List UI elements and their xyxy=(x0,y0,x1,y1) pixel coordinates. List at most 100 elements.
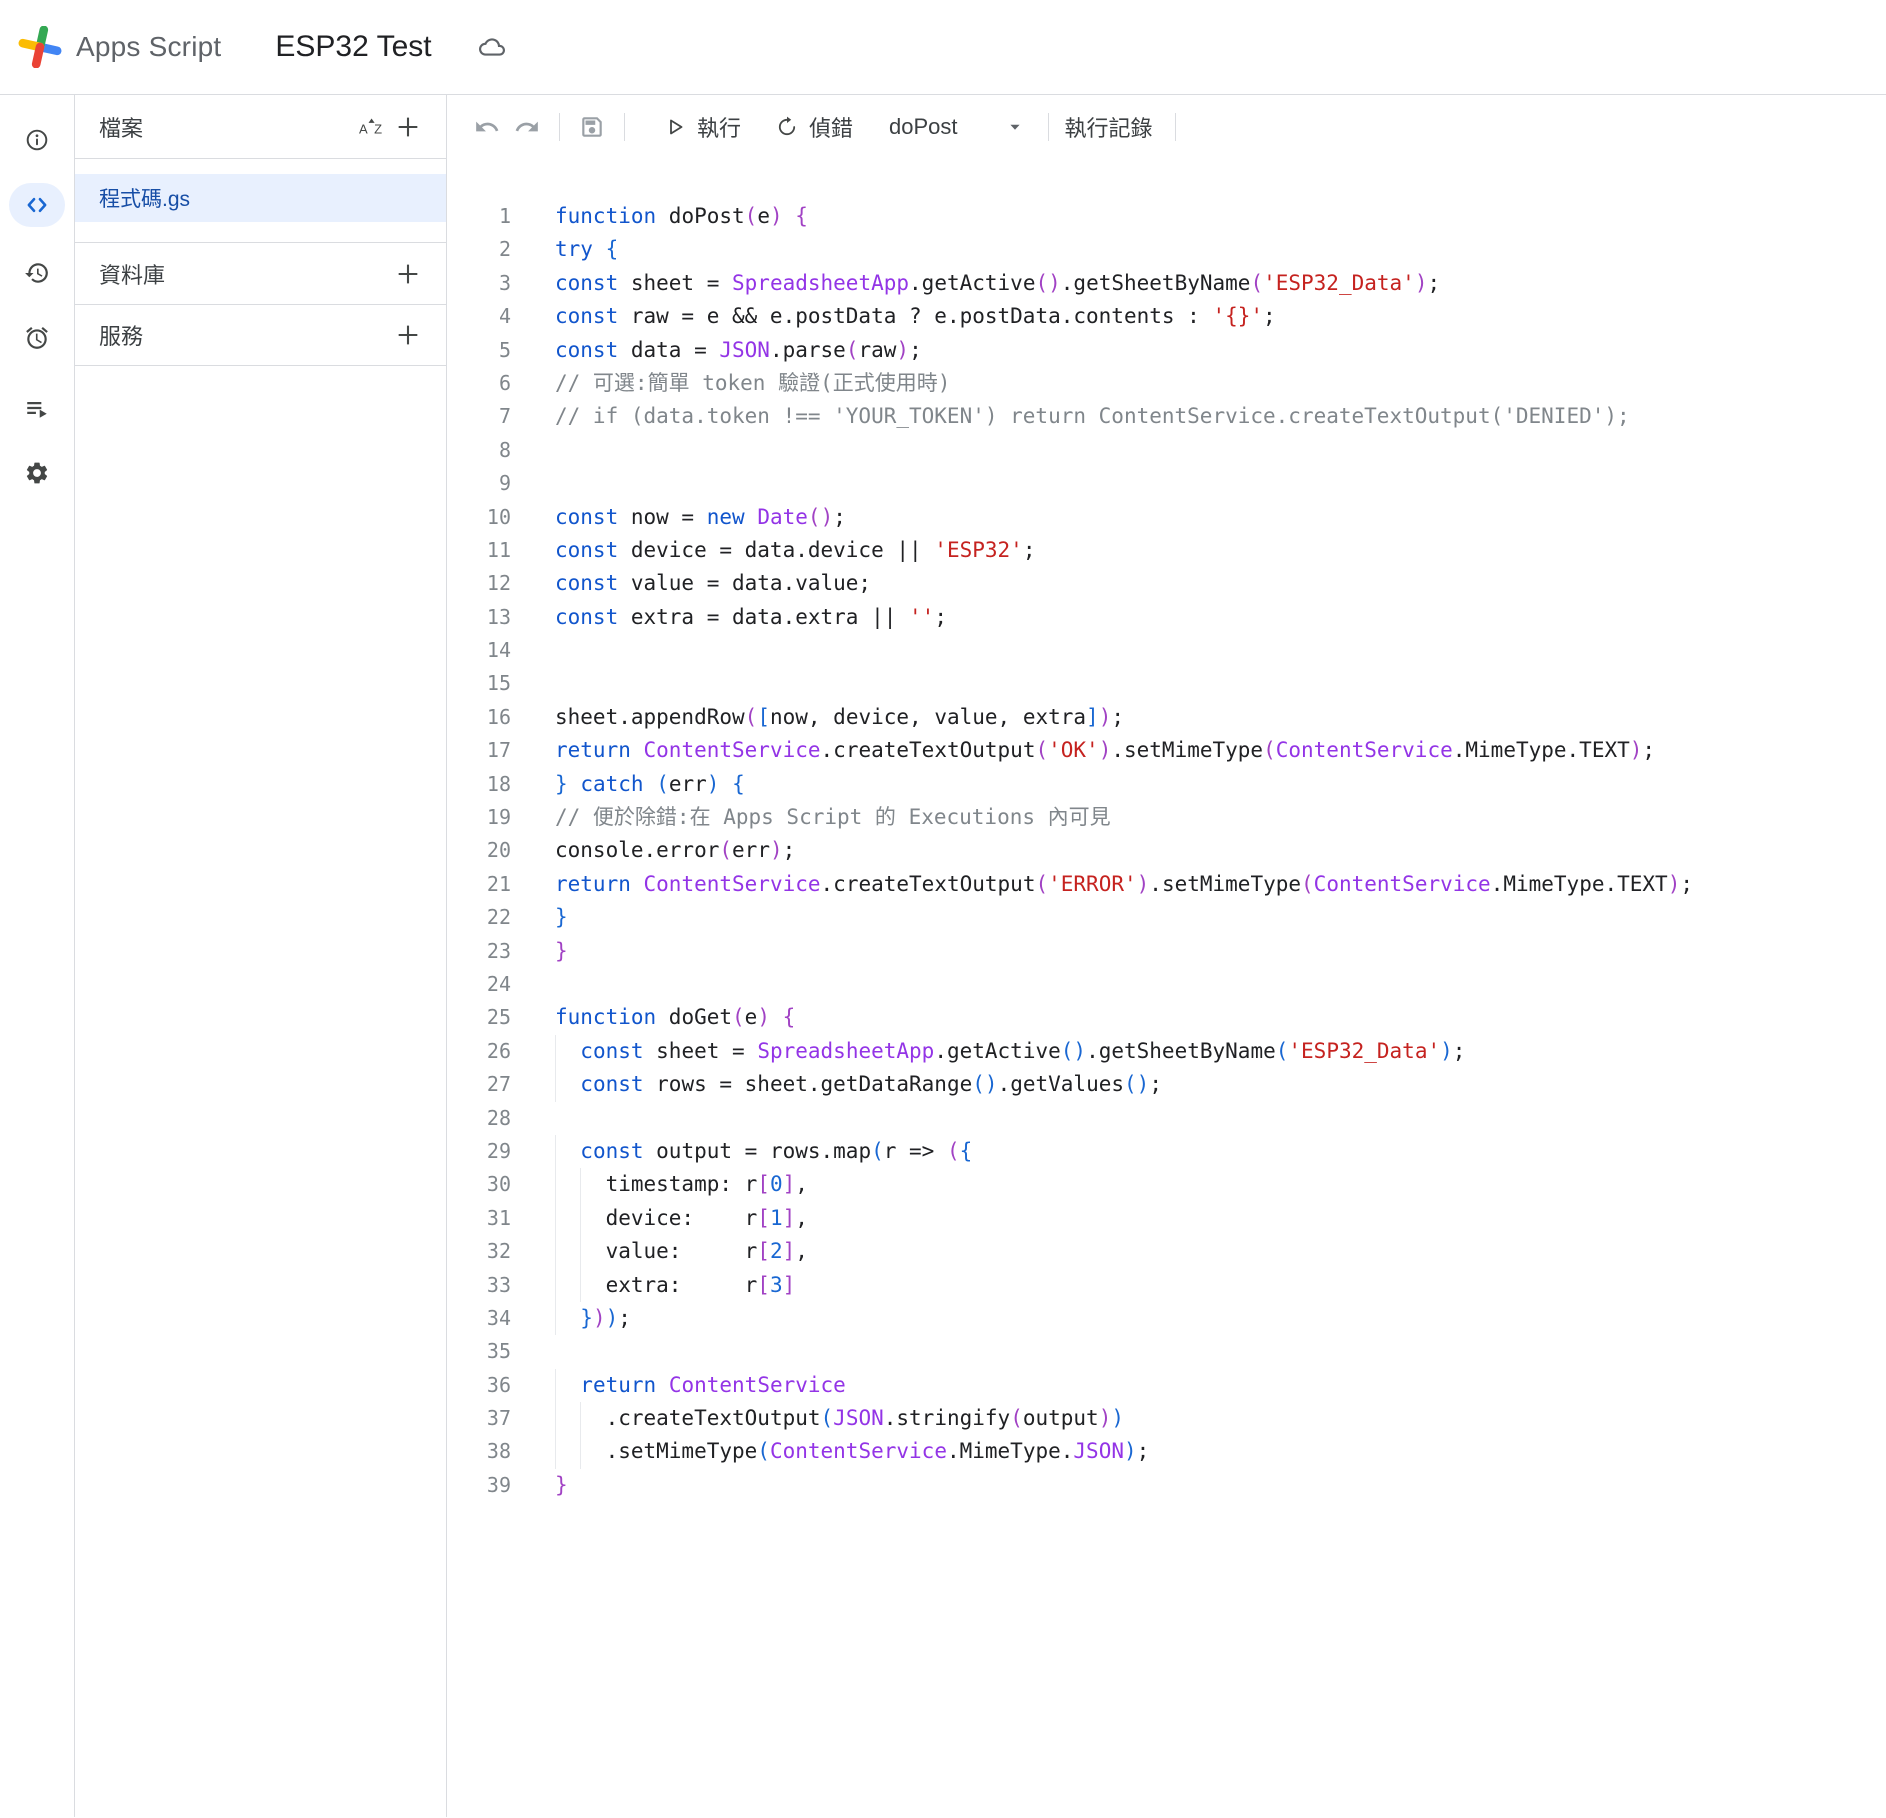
code-text[interactable] xyxy=(555,968,1886,1001)
line-number[interactable]: 34 xyxy=(447,1302,555,1335)
code-text[interactable]: // 可選:簡單 token 驗證(正式使用時) xyxy=(555,367,1886,400)
code-line[interactable]: 11const device = data.device || 'ESP32'; xyxy=(447,534,1886,567)
code-text[interactable]: } xyxy=(555,935,1886,968)
line-number[interactable]: 30 xyxy=(447,1168,555,1201)
code-text[interactable]: timestamp: r[0], xyxy=(555,1168,1886,1201)
project-history-icon[interactable] xyxy=(9,251,65,295)
line-number[interactable]: 7 xyxy=(447,400,555,433)
code-text[interactable]: .createTextOutput(JSON.stringify(output)… xyxy=(555,1402,1886,1435)
triggers-alarm-icon[interactable] xyxy=(9,316,65,360)
add-service-icon[interactable] xyxy=(390,317,426,353)
code-line[interactable]: 36 return ContentService xyxy=(447,1369,1886,1402)
code-text[interactable] xyxy=(555,467,1886,500)
code-text[interactable]: const device = data.device || 'ESP32'; xyxy=(555,534,1886,567)
line-number[interactable]: 4 xyxy=(447,300,555,333)
line-number[interactable]: 2 xyxy=(447,233,555,266)
code-line[interactable]: 39} xyxy=(447,1469,1886,1502)
code-text[interactable]: extra: r[3] xyxy=(555,1269,1886,1302)
line-number[interactable]: 12 xyxy=(447,567,555,600)
line-number[interactable]: 5 xyxy=(447,334,555,367)
line-number[interactable]: 20 xyxy=(447,834,555,867)
code-line[interactable]: 26 const sheet = SpreadsheetApp.getActiv… xyxy=(447,1035,1886,1068)
code-text[interactable]: .setMimeType(ContentService.MimeType.JSO… xyxy=(555,1435,1886,1468)
sort-az-icon[interactable]: A Z xyxy=(354,109,390,145)
code-text[interactable] xyxy=(555,1335,1886,1368)
line-number[interactable]: 25 xyxy=(447,1001,555,1034)
code-line[interactable]: 31 device: r[1], xyxy=(447,1202,1886,1235)
code-line[interactable]: 33 extra: r[3] xyxy=(447,1269,1886,1302)
code-line[interactable]: 12const value = data.value; xyxy=(447,567,1886,600)
line-number[interactable]: 27 xyxy=(447,1068,555,1101)
code-text[interactable]: const raw = e && e.postData ? e.postData… xyxy=(555,300,1886,333)
code-line[interactable]: 15 xyxy=(447,667,1886,700)
code-line[interactable]: 35 xyxy=(447,1335,1886,1368)
line-number[interactable]: 24 xyxy=(447,968,555,1001)
code-text[interactable] xyxy=(555,434,1886,467)
code-text[interactable]: try { xyxy=(555,233,1886,266)
line-number[interactable]: 38 xyxy=(447,1435,555,1468)
line-number[interactable]: 22 xyxy=(447,901,555,934)
line-number[interactable]: 8 xyxy=(447,434,555,467)
code-line[interactable]: 25function doGet(e) { xyxy=(447,1001,1886,1034)
code-line[interactable]: 19// 便於除錯:在 Apps Script 的 Executions 內可見 xyxy=(447,801,1886,834)
overview-info-icon[interactable] xyxy=(9,118,65,162)
save-project-icon[interactable] xyxy=(572,107,612,147)
line-number[interactable]: 31 xyxy=(447,1202,555,1235)
line-number[interactable]: 17 xyxy=(447,734,555,767)
code-line[interactable]: 1function doPost(e) { xyxy=(447,200,1886,233)
code-line[interactable]: 16sheet.appendRow([now, device, value, e… xyxy=(447,701,1886,734)
code-line[interactable]: 13const extra = data.extra || ''; xyxy=(447,601,1886,634)
code-text[interactable]: })); xyxy=(555,1302,1886,1335)
executions-list-icon[interactable] xyxy=(9,386,65,430)
code-line[interactable]: 18} catch (err) { xyxy=(447,768,1886,801)
code-line[interactable]: 22} xyxy=(447,901,1886,934)
code-text[interactable]: const value = data.value; xyxy=(555,567,1886,600)
code-text[interactable]: device: r[1], xyxy=(555,1202,1886,1235)
line-number[interactable]: 26 xyxy=(447,1035,555,1068)
code-line[interactable]: 27 const rows = sheet.getDataRange().get… xyxy=(447,1068,1886,1101)
code-text[interactable]: const extra = data.extra || ''; xyxy=(555,601,1886,634)
code-line[interactable]: 5const data = JSON.parse(raw); xyxy=(447,334,1886,367)
line-number[interactable]: 13 xyxy=(447,601,555,634)
code-text[interactable]: const now = new Date(); xyxy=(555,501,1886,534)
settings-gear-icon[interactable] xyxy=(9,451,65,495)
code-text[interactable]: console.error(err); xyxy=(555,834,1886,867)
line-number[interactable]: 14 xyxy=(447,634,555,667)
line-number[interactable]: 9 xyxy=(447,467,555,500)
libraries-section[interactable]: 資料庫 xyxy=(75,242,446,304)
code-line[interactable]: 8 xyxy=(447,434,1886,467)
undo-icon[interactable] xyxy=(467,107,507,147)
code-line[interactable]: 10const now = new Date(); xyxy=(447,501,1886,534)
code-line[interactable]: 21return ContentService.createTextOutput… xyxy=(447,868,1886,901)
apps-script-logo-icon[interactable] xyxy=(14,23,66,71)
execution-log-button[interactable]: 執行記錄 xyxy=(1065,111,1153,143)
line-number[interactable]: 37 xyxy=(447,1402,555,1435)
code-line[interactable]: 2try { xyxy=(447,233,1886,266)
line-number[interactable]: 35 xyxy=(447,1335,555,1368)
line-number[interactable]: 39 xyxy=(447,1469,555,1502)
code-editor[interactable]: 1function doPost(e) {2try {3const sheet … xyxy=(447,159,1886,1817)
code-line[interactable]: 6// 可選:簡單 token 驗證(正式使用時) xyxy=(447,367,1886,400)
editor-code-icon[interactable] xyxy=(9,183,65,227)
debug-button[interactable]: 偵錯 xyxy=(775,111,853,143)
line-number[interactable]: 19 xyxy=(447,801,555,834)
code-text[interactable]: sheet.appendRow([now, device, value, ext… xyxy=(555,701,1886,734)
code-text[interactable]: function doPost(e) { xyxy=(555,200,1886,233)
code-line[interactable]: 29 const output = rows.map(r => ({ xyxy=(447,1135,1886,1168)
code-text[interactable] xyxy=(555,634,1886,667)
code-line[interactable]: 38 .setMimeType(ContentService.MimeType.… xyxy=(447,1435,1886,1468)
run-button[interactable]: 執行 xyxy=(663,111,741,143)
line-number[interactable]: 33 xyxy=(447,1269,555,1302)
code-line[interactable]: 30 timestamp: r[0], xyxy=(447,1168,1886,1201)
line-number[interactable]: 16 xyxy=(447,701,555,734)
line-number[interactable]: 11 xyxy=(447,534,555,567)
line-number[interactable]: 28 xyxy=(447,1102,555,1135)
code-line[interactable]: 7// if (data.token !== 'YOUR_TOKEN') ret… xyxy=(447,400,1886,433)
project-title[interactable]: ESP32 Test xyxy=(275,30,431,64)
code-text[interactable]: const output = rows.map(r => ({ xyxy=(555,1135,1886,1168)
code-line[interactable]: 28 xyxy=(447,1102,1886,1135)
code-text[interactable]: // 便於除錯:在 Apps Script 的 Executions 內可見 xyxy=(555,801,1886,834)
code-text[interactable] xyxy=(555,667,1886,700)
line-number[interactable]: 21 xyxy=(447,868,555,901)
line-number[interactable]: 23 xyxy=(447,935,555,968)
